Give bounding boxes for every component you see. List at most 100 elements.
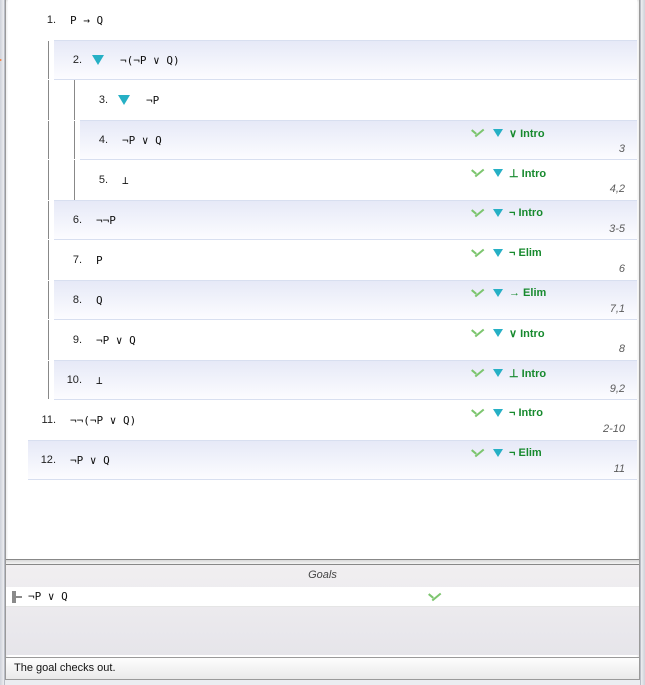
- justification: ∨ Intro 3: [469, 121, 629, 159]
- justification: ¬ Intro 2-10: [469, 400, 629, 440]
- proof-line[interactable]: 7P¬ Elim6: [54, 240, 637, 280]
- subproof-bar: [48, 361, 49, 399]
- goal-row[interactable]: ¬P ∨ Q: [6, 587, 639, 607]
- justification: → Elim 7,1: [469, 281, 629, 319]
- rule-name[interactable]: ∨ Intro: [509, 127, 545, 140]
- proof-line[interactable]: 8 Q → Elim 7,1: [54, 280, 637, 320]
- line-formula: ¬(¬P ∨ Q): [120, 54, 180, 67]
- line-number: 6: [54, 214, 82, 226]
- proof-line[interactable]: 1 P → Q: [28, 0, 637, 40]
- rule-name[interactable]: ∨ Intro: [509, 327, 545, 340]
- line-formula: ⊥: [122, 174, 129, 187]
- check-icon: [469, 207, 487, 219]
- rule-menu-icon[interactable]: [493, 329, 503, 337]
- check-icon: [426, 591, 444, 603]
- rule-menu-icon[interactable]: [493, 209, 503, 217]
- line-formula: ¬¬P: [96, 214, 116, 227]
- justification: ⊥ Intro 4,2: [469, 160, 629, 200]
- proof-line[interactable]: 10 ⊥ ⊥ Intro 9,2: [54, 360, 637, 400]
- justification: ∨ Intro8: [469, 320, 629, 360]
- proof-line[interactable]: 4¬P ∨ Q∨ Intro3: [80, 120, 637, 160]
- rule-name[interactable]: ¬ Elim: [509, 247, 542, 259]
- subproof-bar: [74, 160, 75, 200]
- rule-menu-icon[interactable]: [493, 129, 503, 137]
- rule-name[interactable]: ¬ Elim: [509, 447, 542, 459]
- rule-menu-icon[interactable]: [493, 449, 503, 457]
- line-number: 1: [28, 14, 56, 26]
- line-number: 12: [28, 454, 56, 466]
- rule-menu-icon[interactable]: [493, 289, 503, 297]
- rule-name[interactable]: ¬ Intro: [509, 207, 543, 219]
- rule-menu-icon[interactable]: [493, 409, 503, 417]
- rule-menu-icon[interactable]: [493, 369, 503, 377]
- rule-menu-icon[interactable]: [493, 169, 503, 177]
- justification: ⊥ Intro 9,2: [469, 361, 629, 399]
- rule-refs: 6: [619, 263, 625, 275]
- turnstile-icon: [10, 590, 24, 604]
- proof-pane: 1 P → Q 2¬(¬P ∨ Q)3¬P 4 ¬P ∨ Q ∨ Intro 3 5 ⊥ ⊥ In…: [8, 0, 637, 559]
- proof-line[interactable]: 6 ¬¬P ¬ Intro 3-5: [54, 200, 637, 240]
- goals-pane: Goals ¬P ∨ Q: [6, 565, 639, 655]
- status-bar: The goal checks out.: [6, 657, 639, 679]
- subproof-bar: [48, 80, 49, 120]
- rule-refs: 11: [614, 463, 625, 475]
- subproof-bar: [48, 240, 49, 280]
- window-right-bevel: [640, 0, 645, 685]
- check-icon: [469, 247, 487, 259]
- rule-name[interactable]: ⊥ Intro: [509, 167, 546, 180]
- line-number: 4: [80, 134, 108, 146]
- goals-title: Goals: [6, 565, 639, 587]
- app-frame: 1 P → Q 2¬(¬P ∨ Q)3¬P 4 ¬P ∨ Q ∨ Intro 3 5 ⊥ ⊥ In…: [5, 0, 640, 680]
- line-formula: P → Q: [70, 14, 103, 27]
- line-formula: ¬¬(¬P ∨ Q): [70, 414, 136, 427]
- goal-formula: ¬P ∨ Q: [28, 590, 68, 603]
- check-icon: [469, 327, 487, 339]
- rule-name[interactable]: ¬ Intro: [509, 407, 543, 419]
- collapse-toggle-icon[interactable]: [118, 95, 130, 105]
- proof-line[interactable]: 5 ⊥ ⊥ Intro 4,2: [80, 160, 637, 200]
- line-number: 11: [28, 414, 56, 426]
- rule-refs: 4,2: [610, 183, 625, 195]
- subproof-bar: [48, 41, 49, 79]
- rule-refs: 7,1: [610, 303, 625, 315]
- line-formula: Q: [96, 294, 103, 307]
- proof-line[interactable]: 3¬P: [80, 80, 637, 120]
- check-icon: [469, 167, 487, 179]
- subproof-bar: [48, 320, 49, 360]
- check-icon: [469, 127, 487, 139]
- line-number: 8: [54, 294, 82, 306]
- rule-refs: 3-5: [609, 223, 625, 235]
- check-icon: [469, 367, 487, 379]
- rule-menu-icon[interactable]: [493, 249, 503, 257]
- line-formula: ¬P ∨ Q: [70, 454, 110, 467]
- subproof-bar: [48, 121, 49, 159]
- proof-line[interactable]: 9¬P ∨ Q∨ Intro8: [54, 320, 637, 360]
- proof-line[interactable]: 12 ¬P ∨ Q ¬ Elim 11: [28, 440, 637, 480]
- line-number: 5: [80, 174, 108, 186]
- line-number: 7: [54, 254, 82, 266]
- proof-line[interactable]: 2¬(¬P ∨ Q): [54, 40, 637, 80]
- proof-line[interactable]: 11 ¬¬(¬P ∨ Q) ¬ Intro 2-10: [28, 400, 637, 440]
- rule-name[interactable]: ⊥ Intro: [509, 367, 546, 380]
- rule-refs: 2-10: [603, 423, 625, 435]
- justification: ¬ Elim 6: [469, 240, 629, 280]
- justification: ¬ Elim 11: [469, 441, 629, 479]
- check-icon: [469, 287, 487, 299]
- line-formula: ¬P ∨ Q: [96, 334, 136, 347]
- subproof-bar: [48, 160, 49, 200]
- subproof-bar: [48, 201, 49, 239]
- rule-refs: 9,2: [610, 383, 625, 395]
- rule-refs: 3: [619, 143, 625, 155]
- line-formula: ¬P: [146, 94, 159, 107]
- collapse-toggle-icon[interactable]: [92, 55, 104, 65]
- line-number: 10: [54, 374, 82, 386]
- subproof-bar: [74, 80, 75, 120]
- subproof-bar: [74, 121, 75, 159]
- justification: ¬ Intro 3-5: [469, 201, 629, 239]
- subproof-bar: [48, 281, 49, 319]
- line-formula: ⊥: [96, 374, 103, 387]
- rule-name[interactable]: → Elim: [509, 287, 546, 299]
- current-line-marker-icon: [0, 53, 2, 67]
- status-text: The goal checks out.: [14, 662, 116, 674]
- check-icon: [469, 407, 487, 419]
